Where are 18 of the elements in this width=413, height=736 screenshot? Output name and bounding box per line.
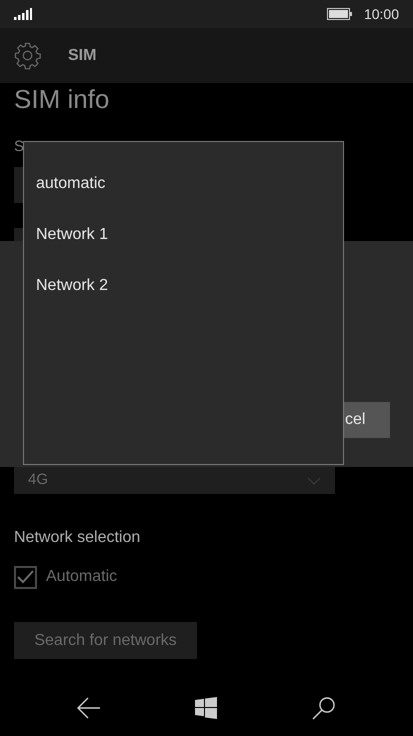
popup-item[interactable]: automatic <box>24 158 343 209</box>
clock-time: 10:00 <box>364 4 399 24</box>
windows-icon[interactable] <box>195 697 218 719</box>
header-title: SIM <box>68 46 96 66</box>
battery-icon <box>326 8 352 20</box>
section-label: Network selection <box>14 528 140 548</box>
gear-icon <box>13 41 42 70</box>
signal-icon <box>14 8 32 20</box>
chevron-down-icon <box>307 476 321 484</box>
checkbox-label: Automatic <box>46 567 118 587</box>
popup-item[interactable]: Network 1 <box>24 209 343 260</box>
dropdown-value: 4G <box>28 470 48 490</box>
cancel-button[interactable]: cel <box>344 402 390 438</box>
field-label: S <box>14 138 24 156</box>
popup-item[interactable]: Network 2 <box>24 260 343 311</box>
page-title: SIM info <box>14 84 110 114</box>
search-icon[interactable] <box>312 696 336 720</box>
back-arrow-icon[interactable] <box>77 697 102 719</box>
